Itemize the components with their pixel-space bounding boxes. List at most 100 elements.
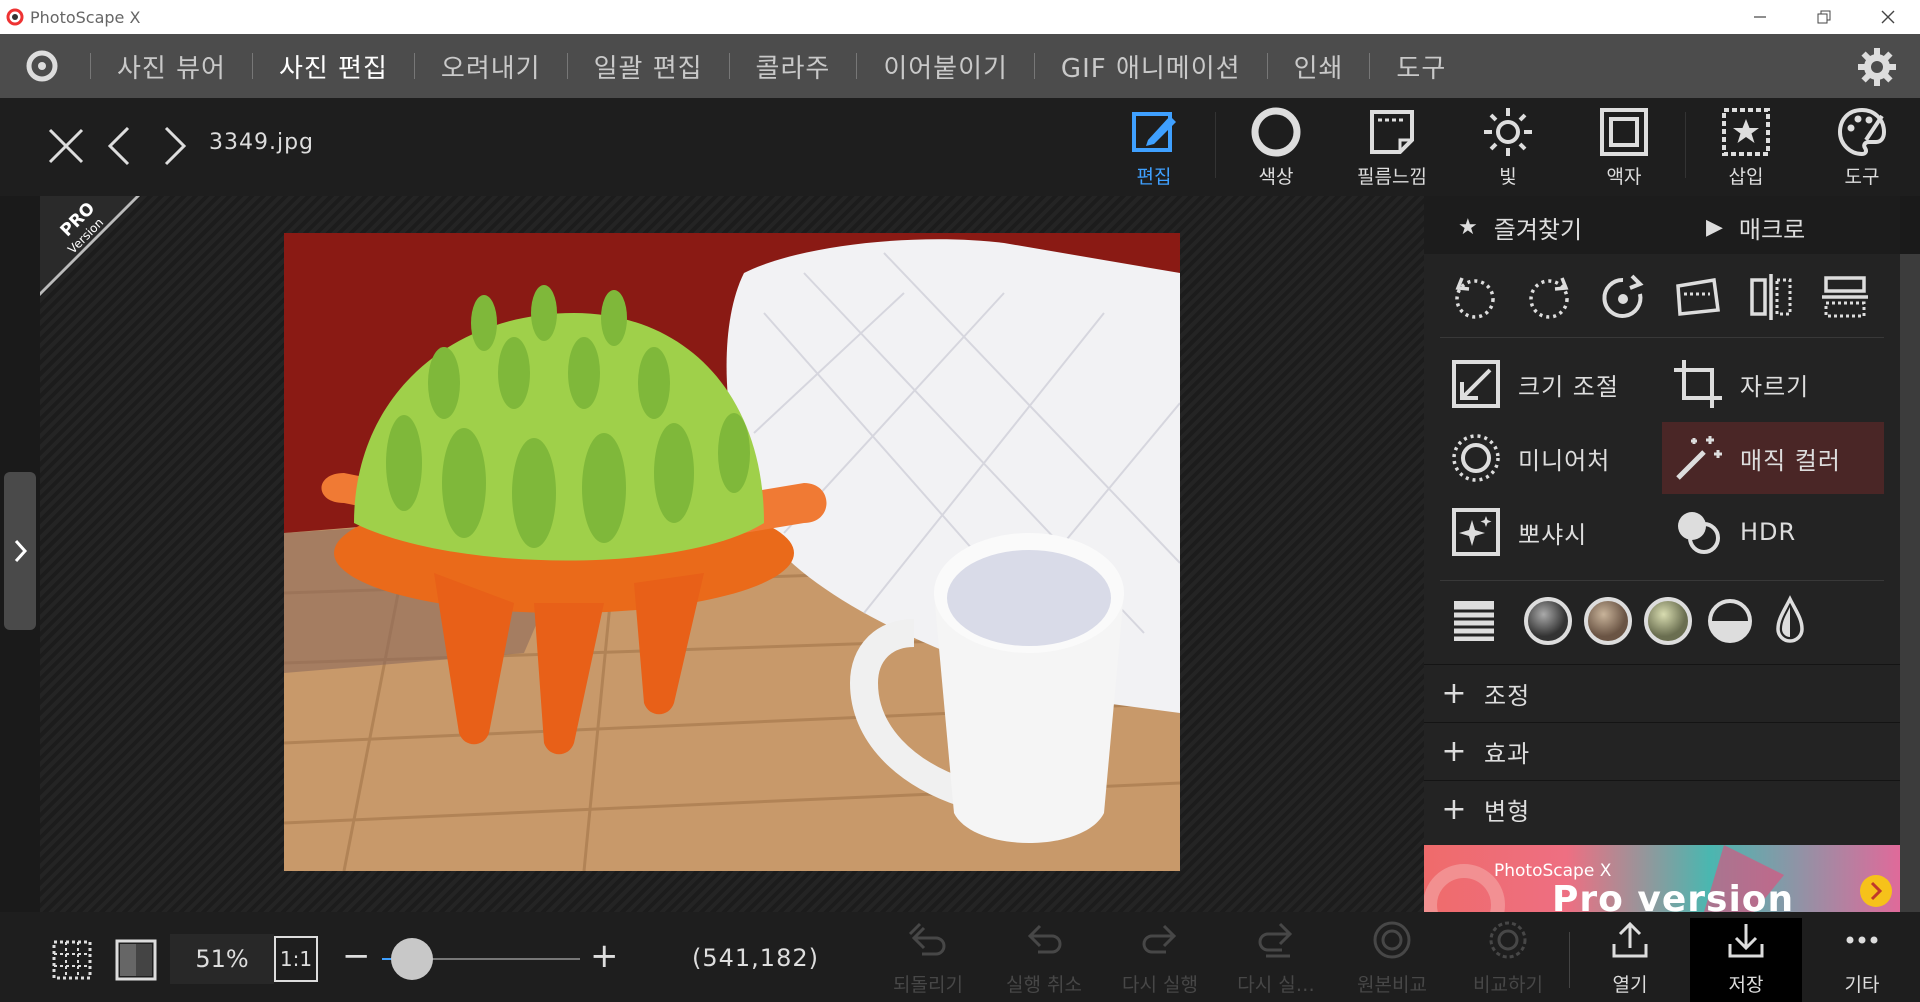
undo-button[interactable]: 실행 취소 — [988, 918, 1100, 1002]
straighten-icon[interactable] — [1670, 270, 1724, 324]
star-icon: ★ — [1458, 215, 1478, 240]
menu-cut-out[interactable]: 오려내기 — [415, 48, 567, 85]
grayscale-icon[interactable] — [1520, 593, 1576, 649]
macro-button[interactable]: ▶ 매크로 — [1706, 210, 1805, 245]
tool-film[interactable]: 필름느낌 — [1342, 106, 1442, 192]
edit-icon — [1132, 112, 1176, 152]
frame-icon — [1600, 108, 1648, 156]
magic-color-button[interactable]: 매직 컬러 — [1662, 422, 1884, 494]
color-circle-icon — [1251, 107, 1301, 157]
next-image-icon[interactable] — [160, 124, 190, 168]
auto-contrast-icon[interactable] — [1702, 593, 1758, 649]
tool-edit[interactable]: 편집 — [1104, 106, 1204, 192]
file-name: 3349.jpg — [209, 130, 315, 155]
tool-tools[interactable]: 도구 — [1812, 106, 1912, 192]
miniature-button[interactable]: 미니어처 — [1440, 422, 1662, 494]
zoom-level[interactable]: 51% — [170, 934, 274, 984]
menu-items: 사진 뷰어 사진 편집 오려내기 일괄 편집 콜라주 이어붙이기 GIF 애니메… — [90, 34, 1472, 98]
download-icon — [1728, 924, 1764, 958]
tool-insert-label: 삽입 — [1728, 166, 1764, 188]
favorites-macro-row: ★ 즐겨찾기 ▶ 매크로 — [1424, 196, 1900, 254]
compare-button[interactable]: 비교하기 — [1452, 918, 1564, 1002]
levels-icon[interactable] — [1446, 593, 1502, 649]
tool-film-label: 필름느낌 — [1357, 166, 1427, 188]
sepia-icon[interactable] — [1580, 593, 1636, 649]
section-adjust[interactable]: + 조정 — [1424, 664, 1900, 722]
resize-label: 크기 조절 — [1518, 372, 1619, 401]
background-toggle-icon[interactable] — [114, 938, 158, 982]
tool-light[interactable]: 빛 — [1458, 106, 1558, 192]
save-button[interactable]: 저장 — [1690, 918, 1802, 1002]
plus-icon: + — [1441, 792, 1467, 827]
previous-image-icon[interactable] — [104, 124, 134, 168]
panel-scrollbar[interactable] — [1900, 254, 1920, 912]
rotate-right-icon[interactable] — [1522, 270, 1576, 324]
pro-version-badge[interactable]: PRO Version — [40, 196, 140, 296]
menu-print[interactable]: 인쇄 — [1268, 48, 1370, 85]
menu-combine[interactable]: 이어붙이기 — [857, 48, 1034, 85]
restore-icon — [1817, 10, 1831, 24]
tool-frame-label: 액자 — [1606, 166, 1642, 188]
zoom-in-button[interactable]: + — [590, 936, 619, 976]
chevron-right-icon — [14, 539, 28, 563]
revert-button[interactable]: 되돌리기 — [872, 918, 984, 1002]
actual-size-button[interactable]: 1:1 — [274, 936, 318, 982]
menu-batch-edit[interactable]: 일괄 편집 — [568, 48, 729, 85]
minimize-button[interactable] — [1728, 0, 1792, 34]
undo-icon — [1027, 924, 1062, 954]
minimize-icon — [1754, 16, 1766, 18]
menu-collage[interactable]: 콜라주 — [730, 48, 857, 85]
tool-color[interactable]: 색상 — [1226, 106, 1326, 192]
menu-gif-animation[interactable]: GIF 애니메이션 — [1035, 48, 1267, 85]
insert-star-icon — [1722, 108, 1770, 156]
tool-insert[interactable]: 삽입 — [1696, 106, 1796, 192]
open-button[interactable]: 열기 — [1574, 918, 1686, 1002]
settings-gear-icon[interactable] — [1856, 46, 1898, 88]
rotate-left-icon[interactable] — [1448, 270, 1502, 324]
section-effects[interactable]: + 효과 — [1424, 722, 1900, 780]
hdr-button[interactable]: HDR — [1662, 496, 1884, 568]
favorites-button[interactable]: ★ 즐겨찾기 — [1458, 210, 1582, 245]
zoom-slider-knob[interactable] — [390, 938, 433, 980]
compare-original-button[interactable]: 원본비교 — [1336, 918, 1448, 1002]
menu-photo-viewer[interactable]: 사진 뷰어 — [91, 48, 252, 85]
plus-icon: + — [1441, 734, 1467, 769]
section-transform[interactable]: + 변형 — [1424, 780, 1900, 838]
compare-label: 비교하기 — [1473, 974, 1543, 996]
menu-photo-editor[interactable]: 사진 편집 — [253, 48, 414, 85]
flip-vertical-icon[interactable] — [1818, 270, 1872, 324]
selection-grid-icon[interactable] — [50, 938, 94, 982]
droplet-icon[interactable] — [1762, 593, 1818, 649]
hdr-icon — [1678, 512, 1720, 554]
more-button[interactable]: 기타 — [1806, 918, 1918, 1002]
redo-all-button[interactable]: 다시 실… — [1220, 918, 1332, 1002]
pro-version-ad-banner[interactable]: PhotoScape X Pro version — [1424, 845, 1900, 912]
menu-tools[interactable]: 도구 — [1370, 48, 1472, 85]
plus-icon: + — [1441, 676, 1467, 711]
upload-icon — [1612, 921, 1648, 958]
close-window-button[interactable] — [1856, 0, 1920, 34]
photo-image[interactable] — [284, 233, 1180, 871]
restore-button[interactable] — [1792, 0, 1856, 34]
redo-all-label: 다시 실… — [1237, 974, 1315, 996]
close-file-icon[interactable] — [44, 124, 88, 168]
open-label: 열기 — [1612, 974, 1648, 996]
photoscape-logo-icon[interactable] — [20, 46, 64, 86]
compare-icon — [1489, 921, 1527, 959]
tint-icon[interactable] — [1640, 593, 1696, 649]
revert-icon — [908, 922, 946, 956]
bloom-button[interactable]: 뽀샤시 — [1440, 496, 1662, 568]
close-icon — [1881, 10, 1895, 24]
zoom-out-button[interactable]: − — [342, 936, 371, 976]
redo-button[interactable]: 다시 실행 — [1104, 918, 1216, 1002]
tool-frame[interactable]: 액자 — [1574, 106, 1674, 192]
miniature-label: 미니어처 — [1518, 446, 1611, 475]
left-panel-toggle[interactable] — [4, 472, 36, 630]
more-label: 기타 — [1844, 974, 1880, 996]
title-bar: PhotoScape X — [0, 0, 1920, 34]
resize-button[interactable]: 크기 조절 — [1440, 348, 1662, 420]
flip-horizontal-icon[interactable] — [1744, 270, 1798, 324]
rotate-free-icon[interactable] — [1596, 270, 1650, 324]
palette-icon — [1837, 107, 1887, 157]
crop-button[interactable]: 자르기 — [1662, 348, 1884, 420]
